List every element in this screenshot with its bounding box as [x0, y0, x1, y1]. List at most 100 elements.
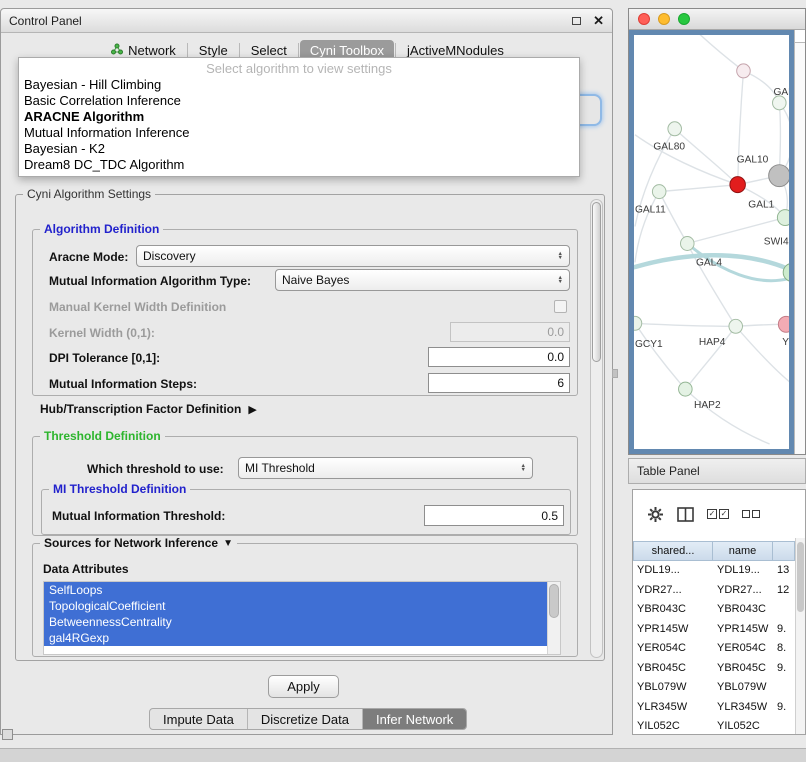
network-node[interactable]	[778, 316, 789, 332]
table-scrollbar[interactable]	[795, 538, 805, 734]
algorithm-option-dream8-dc-tdc-algorithm[interactable]: Dream8 DC_TDC Algorithm	[19, 157, 579, 173]
table-cell: 9.	[773, 620, 795, 640]
mi-steps-field[interactable]	[428, 373, 570, 393]
network-edge[interactable]	[736, 326, 789, 386]
network-node-label-gal11: GAL11	[635, 204, 666, 215]
zoom-traffic-light-icon[interactable]	[678, 13, 690, 25]
table-row[interactable]: YIL052CYIL052C	[633, 717, 795, 734]
bottom-tab-infer-network[interactable]: Infer Network	[362, 709, 466, 729]
attribute-item-gal4rgexp[interactable]: gal4RGexp	[44, 630, 547, 646]
network-edge[interactable]	[675, 129, 738, 185]
which-threshold-combo[interactable]: MI Threshold ▲▼	[238, 457, 533, 479]
network-edge[interactable]	[635, 192, 659, 263]
mi-threshold-field[interactable]	[424, 505, 564, 526]
network-canvas[interactable]: GALGAL80GAL10GAL11GAL1SWI4GAL4GCY1HAP4YH…	[634, 35, 789, 449]
attribute-item-topologicalcoefficient[interactable]: TopologicalCoefficient	[44, 598, 547, 614]
network-node[interactable]	[634, 316, 642, 330]
network-scrollbar[interactable]	[794, 30, 805, 454]
sources-group-title[interactable]: Sources for Network Inference ▼	[40, 536, 237, 550]
algorithm-option-aracne-algorithm[interactable]: ARACNE Algorithm	[19, 109, 579, 125]
network-edge[interactable]	[635, 323, 685, 389]
network-window-titlebar[interactable]	[629, 9, 805, 30]
algorithm-definition-title: Algorithm Definition	[40, 222, 163, 236]
minimize-traffic-light-icon[interactable]	[658, 13, 670, 25]
network-node[interactable]	[652, 185, 666, 199]
table-row[interactable]: YER054CYER054C8.	[633, 639, 795, 659]
network-edge[interactable]	[659, 185, 737, 192]
tab-label: jActiveMNodules	[407, 43, 504, 58]
network-node-label-gal4: GAL4	[696, 257, 722, 268]
network-edge[interactable]	[659, 192, 687, 244]
table-row[interactable]: YLR345WYLR345W9.	[633, 698, 795, 718]
network-node[interactable]	[681, 237, 695, 251]
bottom-tab-impute-data[interactable]: Impute Data	[150, 709, 247, 729]
table-row[interactable]: YDR27...YDR27...12	[633, 581, 795, 601]
network-edge[interactable]	[694, 35, 743, 71]
algorithm-option-bayesian-k2[interactable]: Bayesian - K2	[19, 141, 579, 157]
table-panel-header[interactable]: Table Panel	[628, 458, 806, 484]
column-header-name[interactable]: name	[713, 541, 773, 561]
attribute-list-scrollbar-thumb[interactable]	[549, 584, 559, 618]
network-canvas-svg[interactable]: GALGAL80GAL10GAL11GAL1SWI4GAL4GCY1HAP4YH…	[634, 35, 789, 449]
table-cell: YIL052C	[633, 717, 713, 734]
algorithm-option-mutual-information-inference[interactable]: Mutual Information Inference	[19, 125, 579, 141]
attribute-list-scrollbar[interactable]	[547, 582, 560, 654]
apply-button[interactable]: Apply	[268, 675, 339, 698]
close-traffic-light-icon[interactable]	[638, 13, 650, 25]
kernel-width-field[interactable]	[450, 322, 570, 342]
settings-scrollbar[interactable]	[590, 199, 603, 658]
network-node[interactable]	[737, 64, 751, 78]
close-icon[interactable]: ✕	[593, 14, 604, 27]
table-cell: 8.	[773, 639, 795, 659]
collapsed-arrow-icon: ▶	[248, 403, 256, 416]
network-node-label-hap4: HAP4	[699, 337, 726, 348]
network-scrollbar-button[interactable]	[795, 30, 805, 43]
attribute-item-betweennesscentrality[interactable]: BetweennessCentrality	[44, 614, 547, 630]
gear-icon[interactable]	[647, 506, 664, 523]
column-header-2[interactable]	[773, 541, 795, 561]
aracne-mode-combo[interactable]: Discovery ▲▼	[136, 245, 570, 267]
table-cell: 12	[773, 581, 795, 601]
float-window-icon[interactable]	[572, 17, 581, 25]
column-header-shared[interactable]: shared...	[633, 541, 713, 561]
bottom-tab-discretize-data[interactable]: Discretize Data	[247, 709, 362, 729]
network-edge[interactable]	[738, 71, 744, 185]
network-node[interactable]	[679, 382, 693, 396]
columns-icon[interactable]	[677, 507, 694, 522]
settings-scrollbar-thumb[interactable]	[592, 202, 601, 362]
minimized-panel-icon[interactable]	[2, 729, 13, 740]
network-edge[interactable]	[685, 326, 735, 389]
table-row[interactable]: YBL079WYBL079W	[633, 678, 795, 698]
tab-label: Style	[199, 43, 228, 58]
network-node[interactable]	[730, 177, 746, 193]
mi-type-combo[interactable]: Naive Bayes ▲▼	[275, 269, 570, 291]
network-node[interactable]	[773, 96, 787, 110]
table-panel-title: Table Panel	[637, 464, 700, 478]
control-panel-titlebar[interactable]: Control Panel ✕	[1, 9, 612, 33]
table-cell: YBR043C	[633, 600, 713, 620]
hub-tf-section-toggle[interactable]: Hub/Transcription Factor Definition ▶	[40, 402, 257, 416]
algorithm-option-basic-correlation-inference[interactable]: Basic Correlation Inference	[19, 93, 579, 109]
network-edge[interactable]	[635, 323, 736, 326]
network-icon	[111, 43, 123, 58]
table-row[interactable]: YPR145WYPR145W9.	[633, 620, 795, 640]
splitter-handle[interactable]	[612, 369, 618, 378]
network-node[interactable]	[769, 165, 789, 187]
table-cell: YDR27...	[713, 581, 773, 601]
table-row[interactable]: YBR045CYBR045C9.	[633, 659, 795, 679]
network-node[interactable]	[777, 210, 789, 226]
tab-label: Cyni Toolbox	[310, 43, 384, 58]
network-node[interactable]	[668, 122, 682, 136]
table-row[interactable]: YBR043CYBR043C	[633, 600, 795, 620]
manual-kernel-checkbox[interactable]	[554, 300, 567, 313]
attribute-item-selfloops[interactable]: SelfLoops	[44, 582, 547, 598]
algorithm-option-bayesian-hill-climbing[interactable]: Bayesian - Hill Climbing	[19, 77, 579, 93]
table-cell	[773, 678, 795, 698]
network-node[interactable]	[729, 319, 743, 333]
dpi-tolerance-field[interactable]	[428, 347, 570, 367]
network-edge[interactable]	[685, 389, 769, 444]
table-scrollbar-thumb[interactable]	[797, 542, 804, 612]
select-all-rows-icon[interactable]: ✓ ✓	[707, 509, 729, 519]
deselect-all-rows-icon[interactable]	[742, 510, 760, 518]
table-row[interactable]: YDL19...YDL19...13	[633, 561, 795, 581]
